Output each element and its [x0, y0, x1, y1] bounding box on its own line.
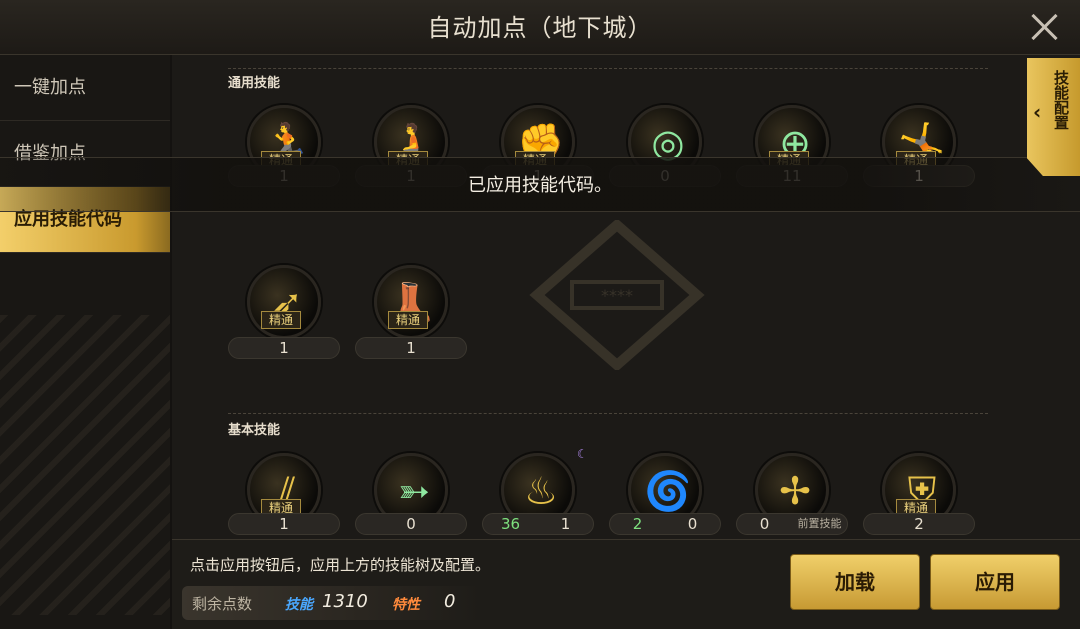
skill-level: 0 前置技能 — [736, 513, 848, 535]
mastery-badge: 精通 — [261, 311, 301, 329]
skill-slot[interactable]: ➳ 0 — [355, 453, 467, 539]
sidebar: 一键加点 借鉴加点 应用技能代码 — [0, 55, 170, 629]
skill-level-a: 36 — [500, 515, 521, 533]
skill-config-tab[interactable]: ‹ 技能配置 — [1027, 58, 1080, 176]
skill-level-a: 2 — [632, 515, 643, 533]
points-label: 剩余点数 — [192, 595, 253, 613]
skill-level: 2 — [863, 513, 975, 535]
chevron-left-icon: ‹ — [1033, 100, 1042, 124]
title-bar: 自动加点（地下城） — [0, 0, 1080, 55]
sidebar-background-art — [0, 315, 170, 615]
mastery-badge: 精通 — [388, 311, 428, 329]
skill-slot[interactable]: 🌀 2 0 — [609, 453, 721, 539]
remaining-points: 剩余点数 技能 1310 特性 0 — [182, 586, 482, 620]
skill-slot[interactable]: ➶ 精通 1 — [228, 265, 340, 365]
emblem-watermark-icon: **** — [529, 220, 705, 370]
skill-config-label: 技能配置 — [1052, 70, 1070, 130]
footer-bar: 点击应用按钮后，应用上方的技能树及配置。 剩余点数 技能 1310 特性 0 加… — [172, 539, 1080, 629]
prerequisite-label: 前置技能 — [797, 517, 842, 530]
section-label-common: 通用技能 — [228, 76, 281, 91]
skill-points: 1310 — [322, 591, 368, 612]
load-button[interactable]: 加载 — [790, 554, 920, 610]
skill-slot[interactable]: ♨ ☾ 36 1 — [482, 447, 594, 539]
divider — [228, 68, 988, 69]
skill-level: 36 1 — [482, 513, 594, 535]
skill-level: 0 — [355, 513, 467, 535]
skill-slot[interactable]: ⫽ 精通 1 — [228, 453, 340, 539]
trait-tag: 特性 — [392, 597, 420, 613]
svg-text:****: **** — [601, 286, 633, 305]
skill-level: 1 — [228, 513, 340, 535]
trait-points: 0 — [444, 591, 456, 612]
skill-level-a: 0 — [759, 515, 770, 533]
apply-hint: 点击应用按钮后，应用上方的技能树及配置。 — [190, 556, 491, 574]
skill-tree-panel: **** 通用技能 🏃 精通 1 🧎 精通 1 ✊ 精通 1 ◎ 0 ⊕ 精通 … — [172, 55, 1080, 539]
toast-message: 已应用技能代码。 — [0, 157, 1080, 212]
skill-level-b: 0 — [687, 515, 698, 533]
page-title: 自动加点（地下城） — [427, 14, 653, 42]
skill-level: 1 — [228, 337, 340, 359]
apply-button[interactable]: 应用 — [930, 554, 1060, 610]
divider — [228, 413, 988, 414]
moon-icon: ☾ — [577, 447, 588, 461]
skill-tag: 技能 — [285, 597, 313, 613]
skill-slot[interactable]: ✢ 0 前置技能 — [736, 453, 848, 539]
skill-level-b: 1 — [560, 515, 571, 533]
section-label-basic: 基本技能 — [228, 423, 281, 438]
skill-level: 1 — [355, 337, 467, 359]
sidebar-item-one-click[interactable]: 一键加点 — [0, 55, 170, 121]
close-icon[interactable] — [1028, 10, 1062, 44]
skill-slot[interactable]: 👢 精通 1 — [355, 265, 467, 365]
skill-slot[interactable]: ⛨ 精通 2 — [863, 453, 975, 539]
skill-level: 2 0 — [609, 513, 721, 535]
